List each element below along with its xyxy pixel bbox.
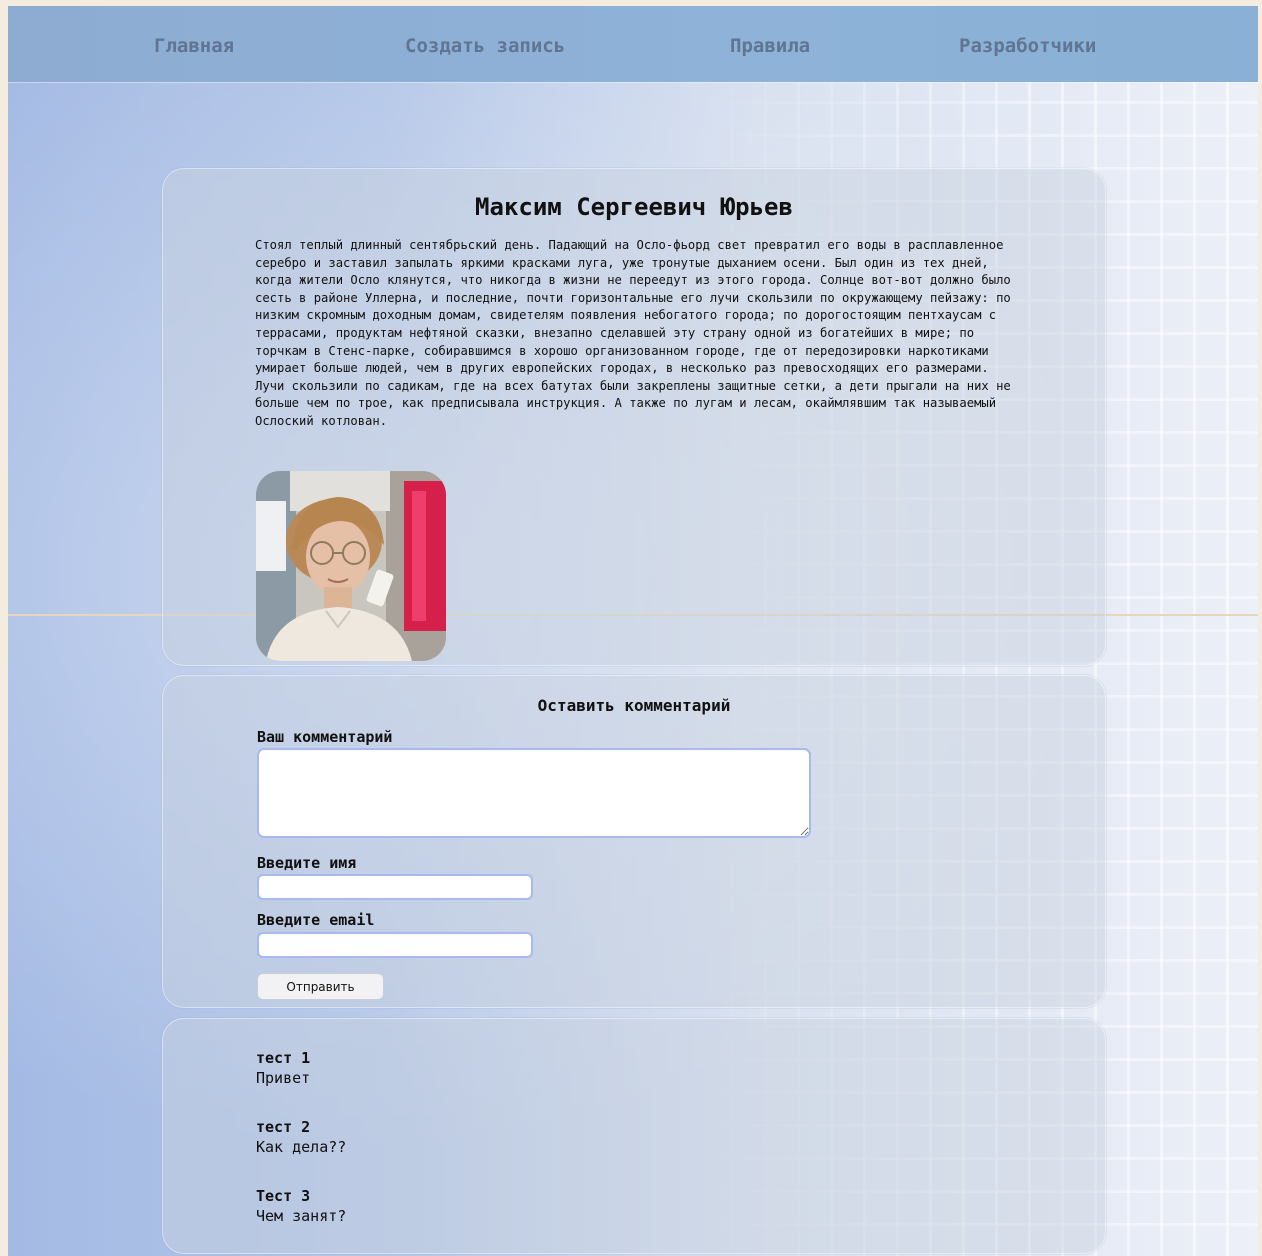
comment-text: Как дела?? [256, 1138, 347, 1156]
name-input[interactable] [257, 874, 533, 900]
comment-label: Ваш комментарий [257, 728, 393, 746]
comment-text: Чем занят? [256, 1207, 347, 1225]
comment-textarea[interactable] [257, 748, 811, 838]
name-label: Введите имя [257, 854, 357, 872]
submit-button[interactable]: Отправить [257, 973, 384, 1000]
comment-author: Тест 3 [256, 1187, 311, 1205]
nav-link-developers[interactable]: Разработчики [959, 6, 1096, 82]
comment-item: Тест 3 Чем занят? [256, 1186, 346, 1226]
nav-link-create-post[interactable]: Создать запись [405, 6, 565, 82]
comment-author: тест 1 [256, 1049, 311, 1067]
comment-text: Привет [256, 1069, 311, 1087]
post-body: Стоял теплый длинный сентябрьский день. … [255, 238, 1011, 428]
comment-item: тест 1 Привет [256, 1048, 310, 1088]
top-navigation: Главная Создать запись Правила Разработч… [8, 6, 1258, 82]
comment-form-title: Оставить комментарий [537, 696, 731, 715]
post-card: Максим Сергеевич Юрьев Стоял теплый длин… [162, 168, 1106, 666]
nav-link-rules[interactable]: Правила [730, 6, 810, 82]
nav-link-home[interactable]: Главная [154, 6, 234, 82]
comment-form-card: Оставить комментарий Ваш комментарий Вве… [162, 675, 1106, 1008]
comment-author: тест 2 [256, 1118, 311, 1136]
email-label: Введите email [257, 911, 375, 929]
comments-card: тест 1 Привет тест 2 Как дела?? Тест 3 Ч… [162, 1018, 1106, 1254]
post-title: Максим Сергеевич Юрьев [475, 193, 793, 221]
email-input[interactable] [257, 932, 533, 958]
post-photo [256, 471, 446, 661]
comment-item: тест 2 Как дела?? [256, 1117, 346, 1157]
person-photo-icon [256, 471, 446, 661]
